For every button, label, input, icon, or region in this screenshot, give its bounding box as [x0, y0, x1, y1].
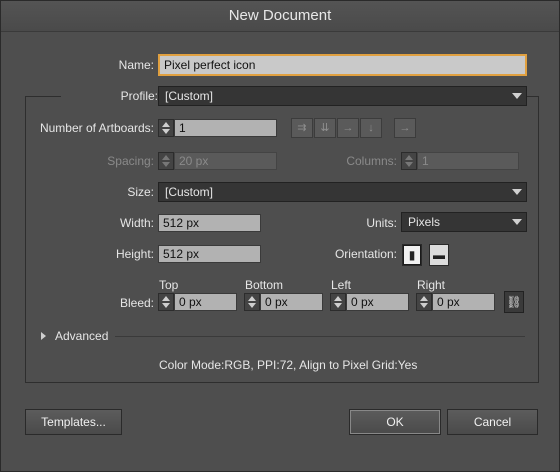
units-value: Pixels — [408, 215, 441, 229]
portrait-orientation-icon[interactable]: ▮ — [402, 244, 422, 266]
arrange-by-row-icon[interactable]: → — [337, 118, 359, 138]
height-field[interactable]: 512 px — [158, 245, 261, 263]
artboards-stepper[interactable] — [158, 119, 174, 137]
bleed-left-field[interactable]: 0 px — [346, 293, 409, 311]
orientation-label: Orientation: — [334, 247, 397, 261]
bleed-left-stepper[interactable] — [330, 293, 346, 311]
document-summary: Color Mode:RGB, PPI:72, Align to Pixel G… — [159, 358, 418, 372]
columns-stepper[interactable] — [401, 152, 417, 170]
spacing-stepper[interactable] — [158, 152, 174, 170]
bleed-top-label: Top — [159, 278, 179, 292]
units-label: Units: — [366, 216, 397, 230]
bleed-label: Bleed: — [119, 296, 154, 310]
artboards-label: Number of Artboards: — [39, 121, 154, 135]
name-field[interactable]: Pixel perfect icon — [158, 54, 527, 76]
height-label: Height: — [115, 247, 154, 261]
grid-by-column-icon[interactable]: ⇊ — [314, 118, 336, 138]
bleed-right-field[interactable]: 0 px — [432, 293, 495, 311]
advanced-divider — [115, 336, 525, 337]
chevron-down-icon — [512, 189, 522, 195]
ok-button[interactable]: OK — [349, 409, 441, 435]
profile-select[interactable]: [Custom] — [158, 86, 527, 106]
size-select[interactable]: [Custom] — [158, 182, 527, 202]
width-field[interactable]: 512 px — [158, 214, 261, 232]
bleed-bottom-stepper[interactable] — [244, 293, 260, 311]
link-bleed-icon[interactable]: ⛓ — [504, 291, 524, 313]
right-to-left-layout-icon[interactable]: → — [394, 118, 416, 138]
templates-button[interactable]: Templates... — [25, 409, 122, 435]
arrange-by-column-icon[interactable]: ↓ — [360, 118, 382, 138]
landscape-orientation-icon[interactable]: ▬ — [429, 244, 449, 266]
spacing-field[interactable]: 20 px — [174, 152, 277, 170]
units-select[interactable]: Pixels — [401, 212, 527, 232]
spacing-label: Spacing: — [107, 154, 154, 168]
chevron-down-icon — [512, 93, 522, 99]
bleed-right-stepper[interactable] — [416, 293, 432, 311]
bleed-top-field[interactable]: 0 px — [174, 293, 237, 311]
bleed-right-label: Right — [417, 278, 446, 292]
cancel-button[interactable]: Cancel — [447, 409, 538, 435]
chevron-down-icon — [512, 219, 522, 225]
columns-field[interactable]: 1 — [417, 152, 519, 170]
bleed-bottom-label: Bottom — [245, 278, 284, 292]
advanced-toggle[interactable]: Advanced — [55, 329, 108, 343]
dialog-title: New Document — [1, 1, 559, 32]
artboards-field[interactable]: 1 — [174, 119, 277, 137]
columns-label: Columns: — [346, 154, 397, 168]
expand-triangle-icon[interactable] — [41, 332, 46, 340]
bleed-left-label: Left — [331, 278, 352, 292]
grid-by-row-icon[interactable]: ⇉ — [291, 118, 313, 138]
name-label: Name: — [118, 58, 154, 72]
bleed-top-stepper[interactable] — [158, 293, 174, 311]
width-label: Width: — [119, 216, 154, 230]
profile-label: Profile: — [61, 89, 158, 103]
new-document-dialog: New Document Name: Pixel perfect icon Pr… — [0, 0, 560, 472]
size-label: Size: — [127, 185, 154, 199]
size-value: [Custom] — [165, 185, 214, 199]
profile-value: [Custom] — [165, 89, 214, 103]
bleed-bottom-field[interactable]: 0 px — [260, 293, 323, 311]
